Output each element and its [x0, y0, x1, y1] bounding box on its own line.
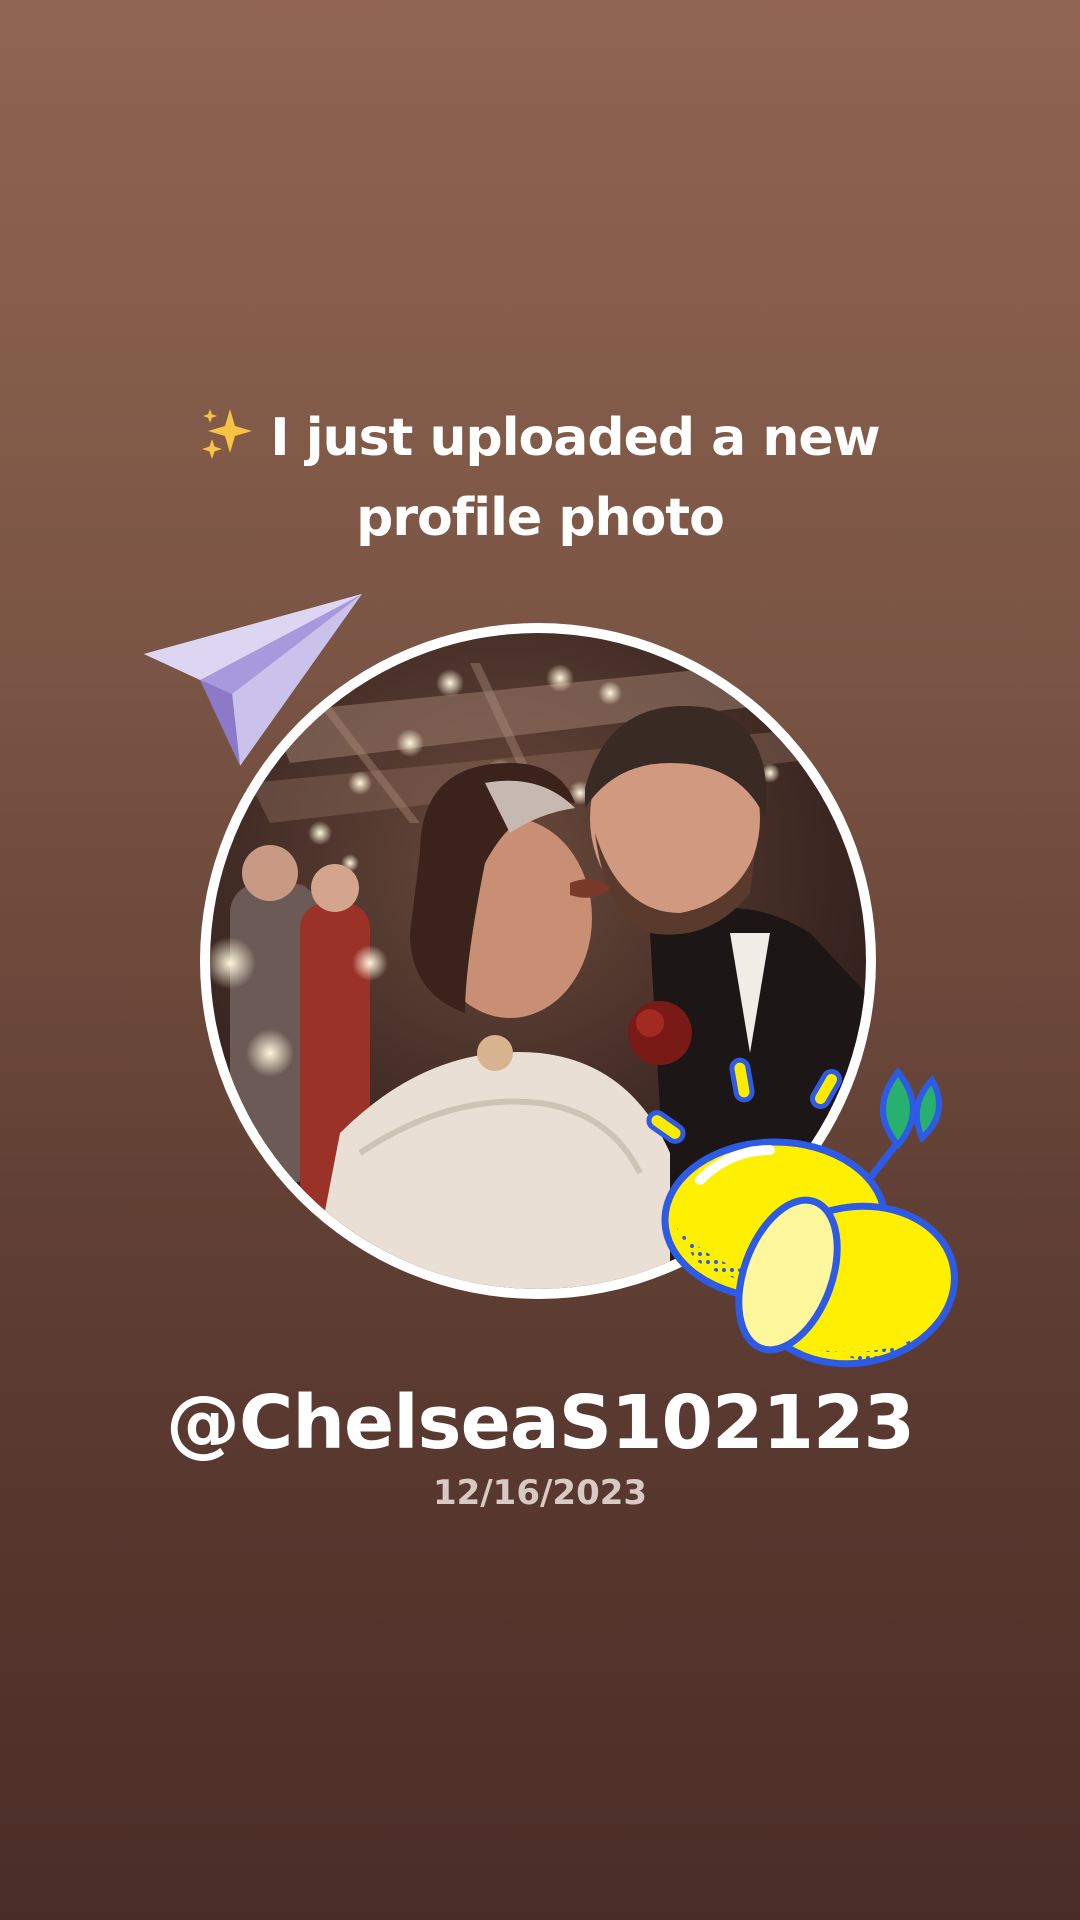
headline-line-2: profile photo [356, 488, 725, 548]
headline-line-1: I just uploaded a new [0, 398, 1080, 478]
headline: I just uploaded a new profile photo [0, 398, 1080, 558]
username[interactable]: @ChelseaS102123 [0, 1378, 1080, 1468]
paper-plane-icon [140, 590, 370, 770]
lemon-icon [640, 1050, 980, 1370]
post-date: 12/16/2023 [432, 1473, 648, 1513]
sparkles-icon [200, 404, 256, 460]
headline-text-1: I just uploaded a new [270, 408, 880, 468]
